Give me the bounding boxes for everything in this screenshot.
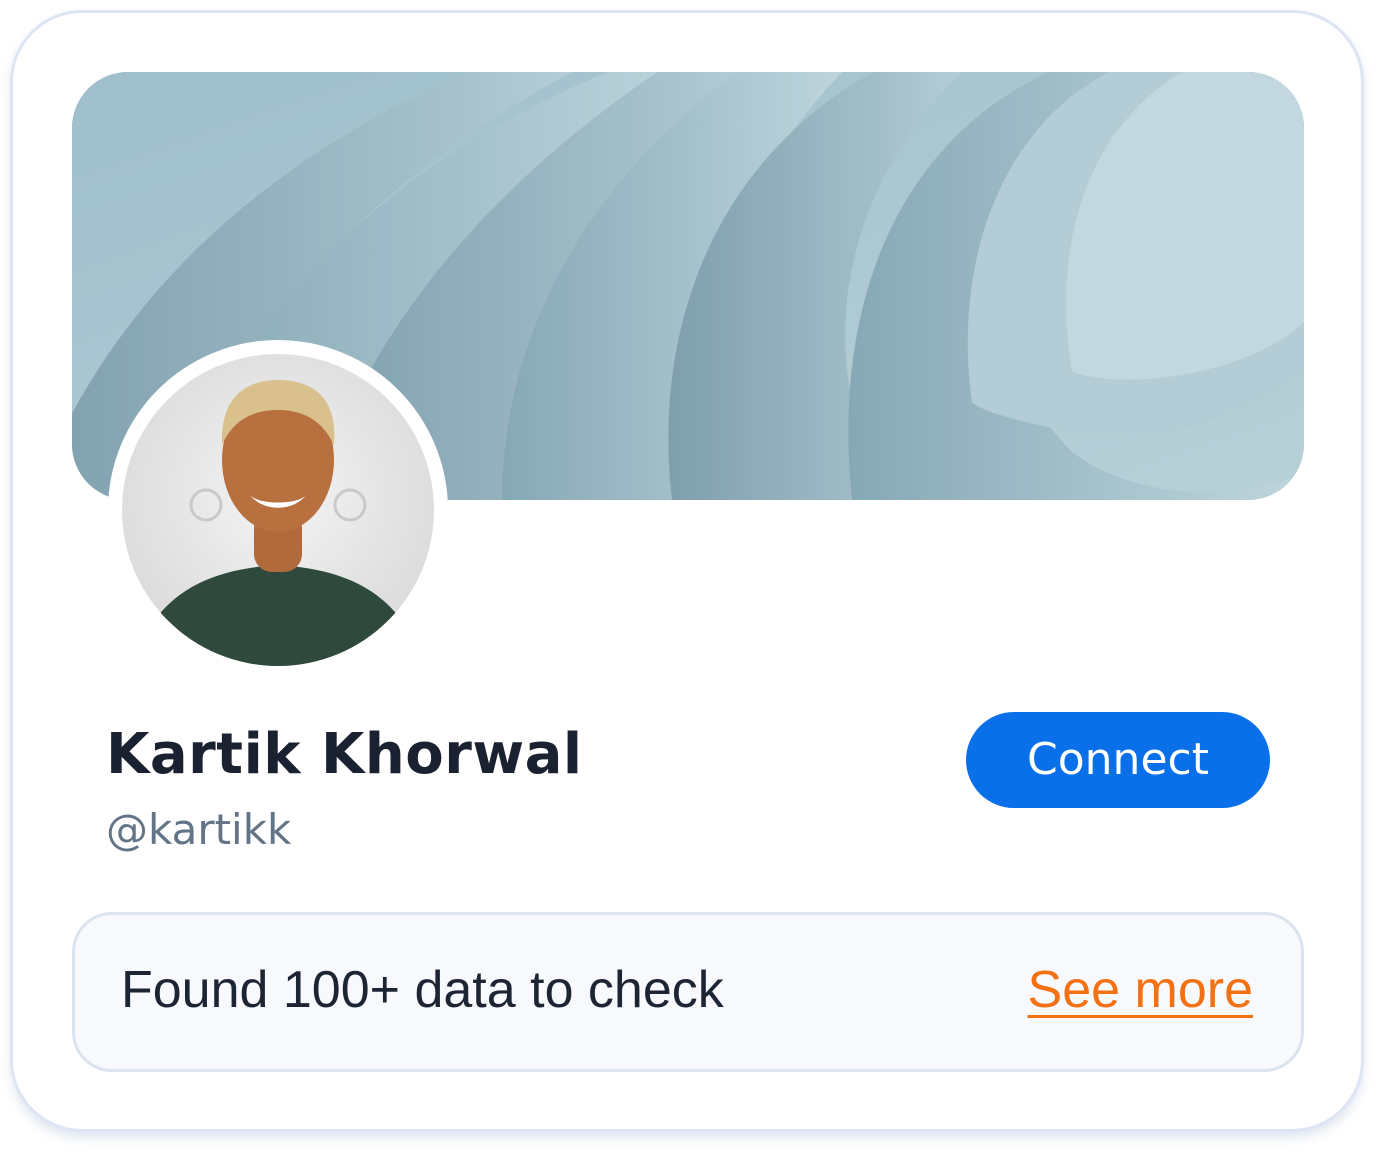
profile-name: Kartik Khorwal xyxy=(106,722,583,787)
summary-text: Found 100+ data to check xyxy=(121,961,724,1019)
see-more-link[interactable]: See more xyxy=(1028,957,1253,1023)
data-summary-box: Found 100+ data to check See more xyxy=(72,912,1304,1072)
profile-handle: @kartikk xyxy=(106,805,292,854)
avatar[interactable] xyxy=(108,340,448,680)
connect-button[interactable]: Connect xyxy=(966,712,1270,808)
